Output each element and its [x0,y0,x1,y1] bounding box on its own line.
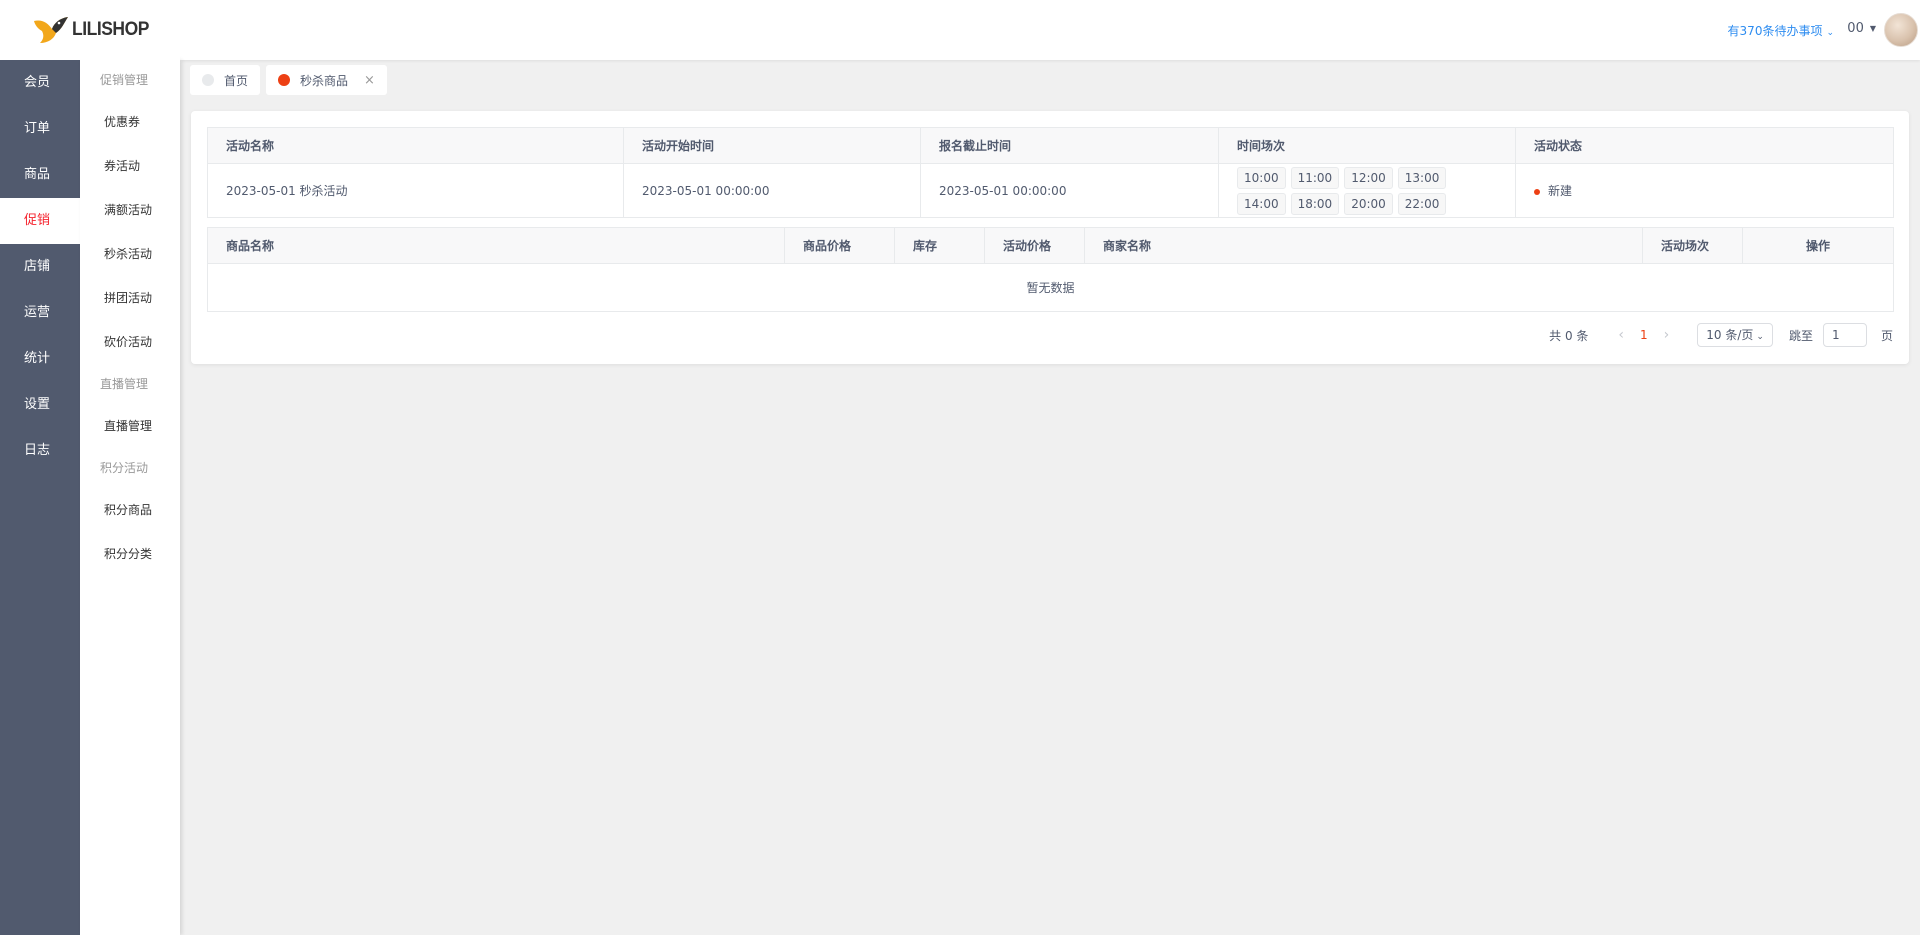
chevron-right-icon[interactable]: › [1664,327,1670,343]
nav-item-statistics[interactable]: 统计 [0,336,80,382]
page-size-select[interactable]: 10 条/页 ⌄ [1697,323,1773,347]
pagination: 共 0 条 ‹ 1 › 10 条/页⌄ 跳至 页 [1549,323,1893,347]
activity-start-time: 2023-05-01 00:00:00 [623,163,921,218]
tab-label: 首页 [224,73,249,88]
todo-label: 有370条待办事项 [1727,24,1823,38]
table-row: 2023-05-01 秒杀活动 2023-05-01 00:00:00 2023… [207,163,1894,218]
column-header: 商家名称 [1084,227,1643,264]
nav-item-member[interactable]: 会员 [0,60,80,106]
chevron-down-icon: ⌄ [1756,332,1764,342]
status-badge: 新建 [1548,184,1573,198]
nav-item-settings[interactable]: 设置 [0,382,80,428]
time-slots: 10:00 11:00 12:00 13:00 14:00 18:00 20:00 22:00 [1237,164,1497,217]
column-header: 商品价格 [784,227,895,264]
sub-item-live[interactable]: 直播管理 [80,404,180,448]
activity-status-cell: 新建 [1515,163,1894,218]
pagination-page[interactable]: 1 [1640,328,1648,342]
time-slot-tag: 10:00 [1237,167,1286,189]
nav-item-promotion[interactable]: 促销 [0,198,80,244]
column-header: 活动价格 [984,227,1085,264]
column-header: 活动状态 [1515,127,1894,164]
column-header: 操作 [1742,227,1894,264]
column-header: 活动名称 [207,127,624,164]
todo-dropdown[interactable]: 有370条待办事项 ⌄ [1728,22,1834,39]
page-suffix: 页 [1880,328,1893,343]
time-slots-cell: 10:00 11:00 12:00 13:00 14:00 18:00 20:00 22:00 [1218,163,1516,218]
tab-seckill-goods[interactable]: 秒杀商品 × [266,65,387,95]
status-dot-icon [1534,188,1540,195]
logo[interactable]: LILISHOP [0,0,180,60]
sub-item-seckill[interactable]: 秒杀活动 [80,232,180,276]
sub-item-points-category[interactable]: 积分分类 [80,532,180,576]
column-header: 活动场次 [1642,227,1743,264]
nav-item-goods[interactable]: 商品 [0,152,80,198]
content-card: 活动名称 活动开始时间 报名截止时间 时间场次 活动状态 2023-05-01 … [191,111,1909,364]
empty-state: 暂无数据 [207,263,1894,312]
column-header: 活动开始时间 [623,127,921,164]
activity-deadline: 2023-05-01 00:00:00 [920,163,1219,218]
column-header: 库存 [894,227,985,264]
top-header: 有370条待办事项 ⌄ 00 ▼ [180,0,1920,60]
main-nav: 会员 订单 商品 促销 店铺 运营 统计 设置 日志 [0,60,80,474]
nav-item-log[interactable]: 日志 [0,428,80,474]
main-sidebar: 会员 订单 商品 促销 店铺 运营 统计 设置 日志 [0,0,80,935]
sub-item-points-goods[interactable]: 积分商品 [80,488,180,532]
tab-status-dot-icon [202,74,214,86]
time-slot-tag: 11:00 [1290,167,1340,189]
chevron-down-icon: ⌄ [1826,28,1834,38]
nav-item-shop[interactable]: 店铺 [0,244,80,290]
time-slot-tag: 12:00 [1344,167,1393,189]
tab-status-dot-icon [278,74,291,86]
chevron-left-icon[interactable]: ‹ [1618,327,1624,343]
nav-item-order[interactable]: 订单 [0,106,80,152]
sub-group-promotion: 促销管理 [100,73,149,87]
time-slot-tag: 20:00 [1344,193,1393,215]
activity-table: 活动名称 活动开始时间 报名截止时间 时间场次 活动状态 2023-05-01 … [207,127,1894,218]
nav-item-operation[interactable]: 运营 [0,290,80,336]
close-icon[interactable]: × [364,73,375,88]
column-header: 时间场次 [1218,127,1516,164]
activity-name: 2023-05-01 秒杀活动 [207,163,624,218]
time-slot-tag: 13:00 [1397,167,1447,189]
bird-logo-icon [34,17,68,43]
user-name: 00 [1847,21,1864,36]
sub-item-coupon[interactable]: 优惠券 [80,100,180,144]
sub-group-live: 直播管理 [100,377,149,391]
sub-group-points: 积分活动 [100,461,149,475]
user-dropdown[interactable]: 00 ▼ [1847,21,1876,36]
tab-home[interactable]: 首页 [190,65,261,95]
column-header: 商品名称 [207,227,785,264]
pagination-total: 共 0 条 [1549,328,1589,343]
caret-down-icon: ▼ [1869,24,1876,33]
time-slot-tag: 22:00 [1397,193,1447,215]
sub-item-full-discount[interactable]: 满额活动 [80,188,180,232]
jump-page-input[interactable] [1822,323,1867,347]
sub-sidebar: 促销管理 优惠券 券活动 满额活动 秒杀活动 拼团活动 砍价活动 直播管理 直播… [80,60,180,935]
page-size-value: 10 条/页 [1706,328,1754,342]
jump-label: 跳至 [1788,328,1813,343]
logo-text: LILISHOP [72,19,149,40]
tab-label: 秒杀商品 [300,73,349,88]
sub-item-bargain[interactable]: 砍价活动 [80,320,180,364]
goods-table: 商品名称 商品价格 库存 活动价格 商家名称 活动场次 操作 暂无数据 [207,227,1894,312]
sub-item-group-buy[interactable]: 拼团活动 [80,276,180,320]
page-tabs: 首页 秒杀商品 × [190,65,393,95]
sub-item-coupon-activity[interactable]: 券活动 [80,144,180,188]
time-slot-tag: 18:00 [1290,193,1340,215]
avatar[interactable] [1884,13,1918,47]
time-slot-tag: 14:00 [1237,193,1286,215]
column-header: 报名截止时间 [920,127,1219,164]
